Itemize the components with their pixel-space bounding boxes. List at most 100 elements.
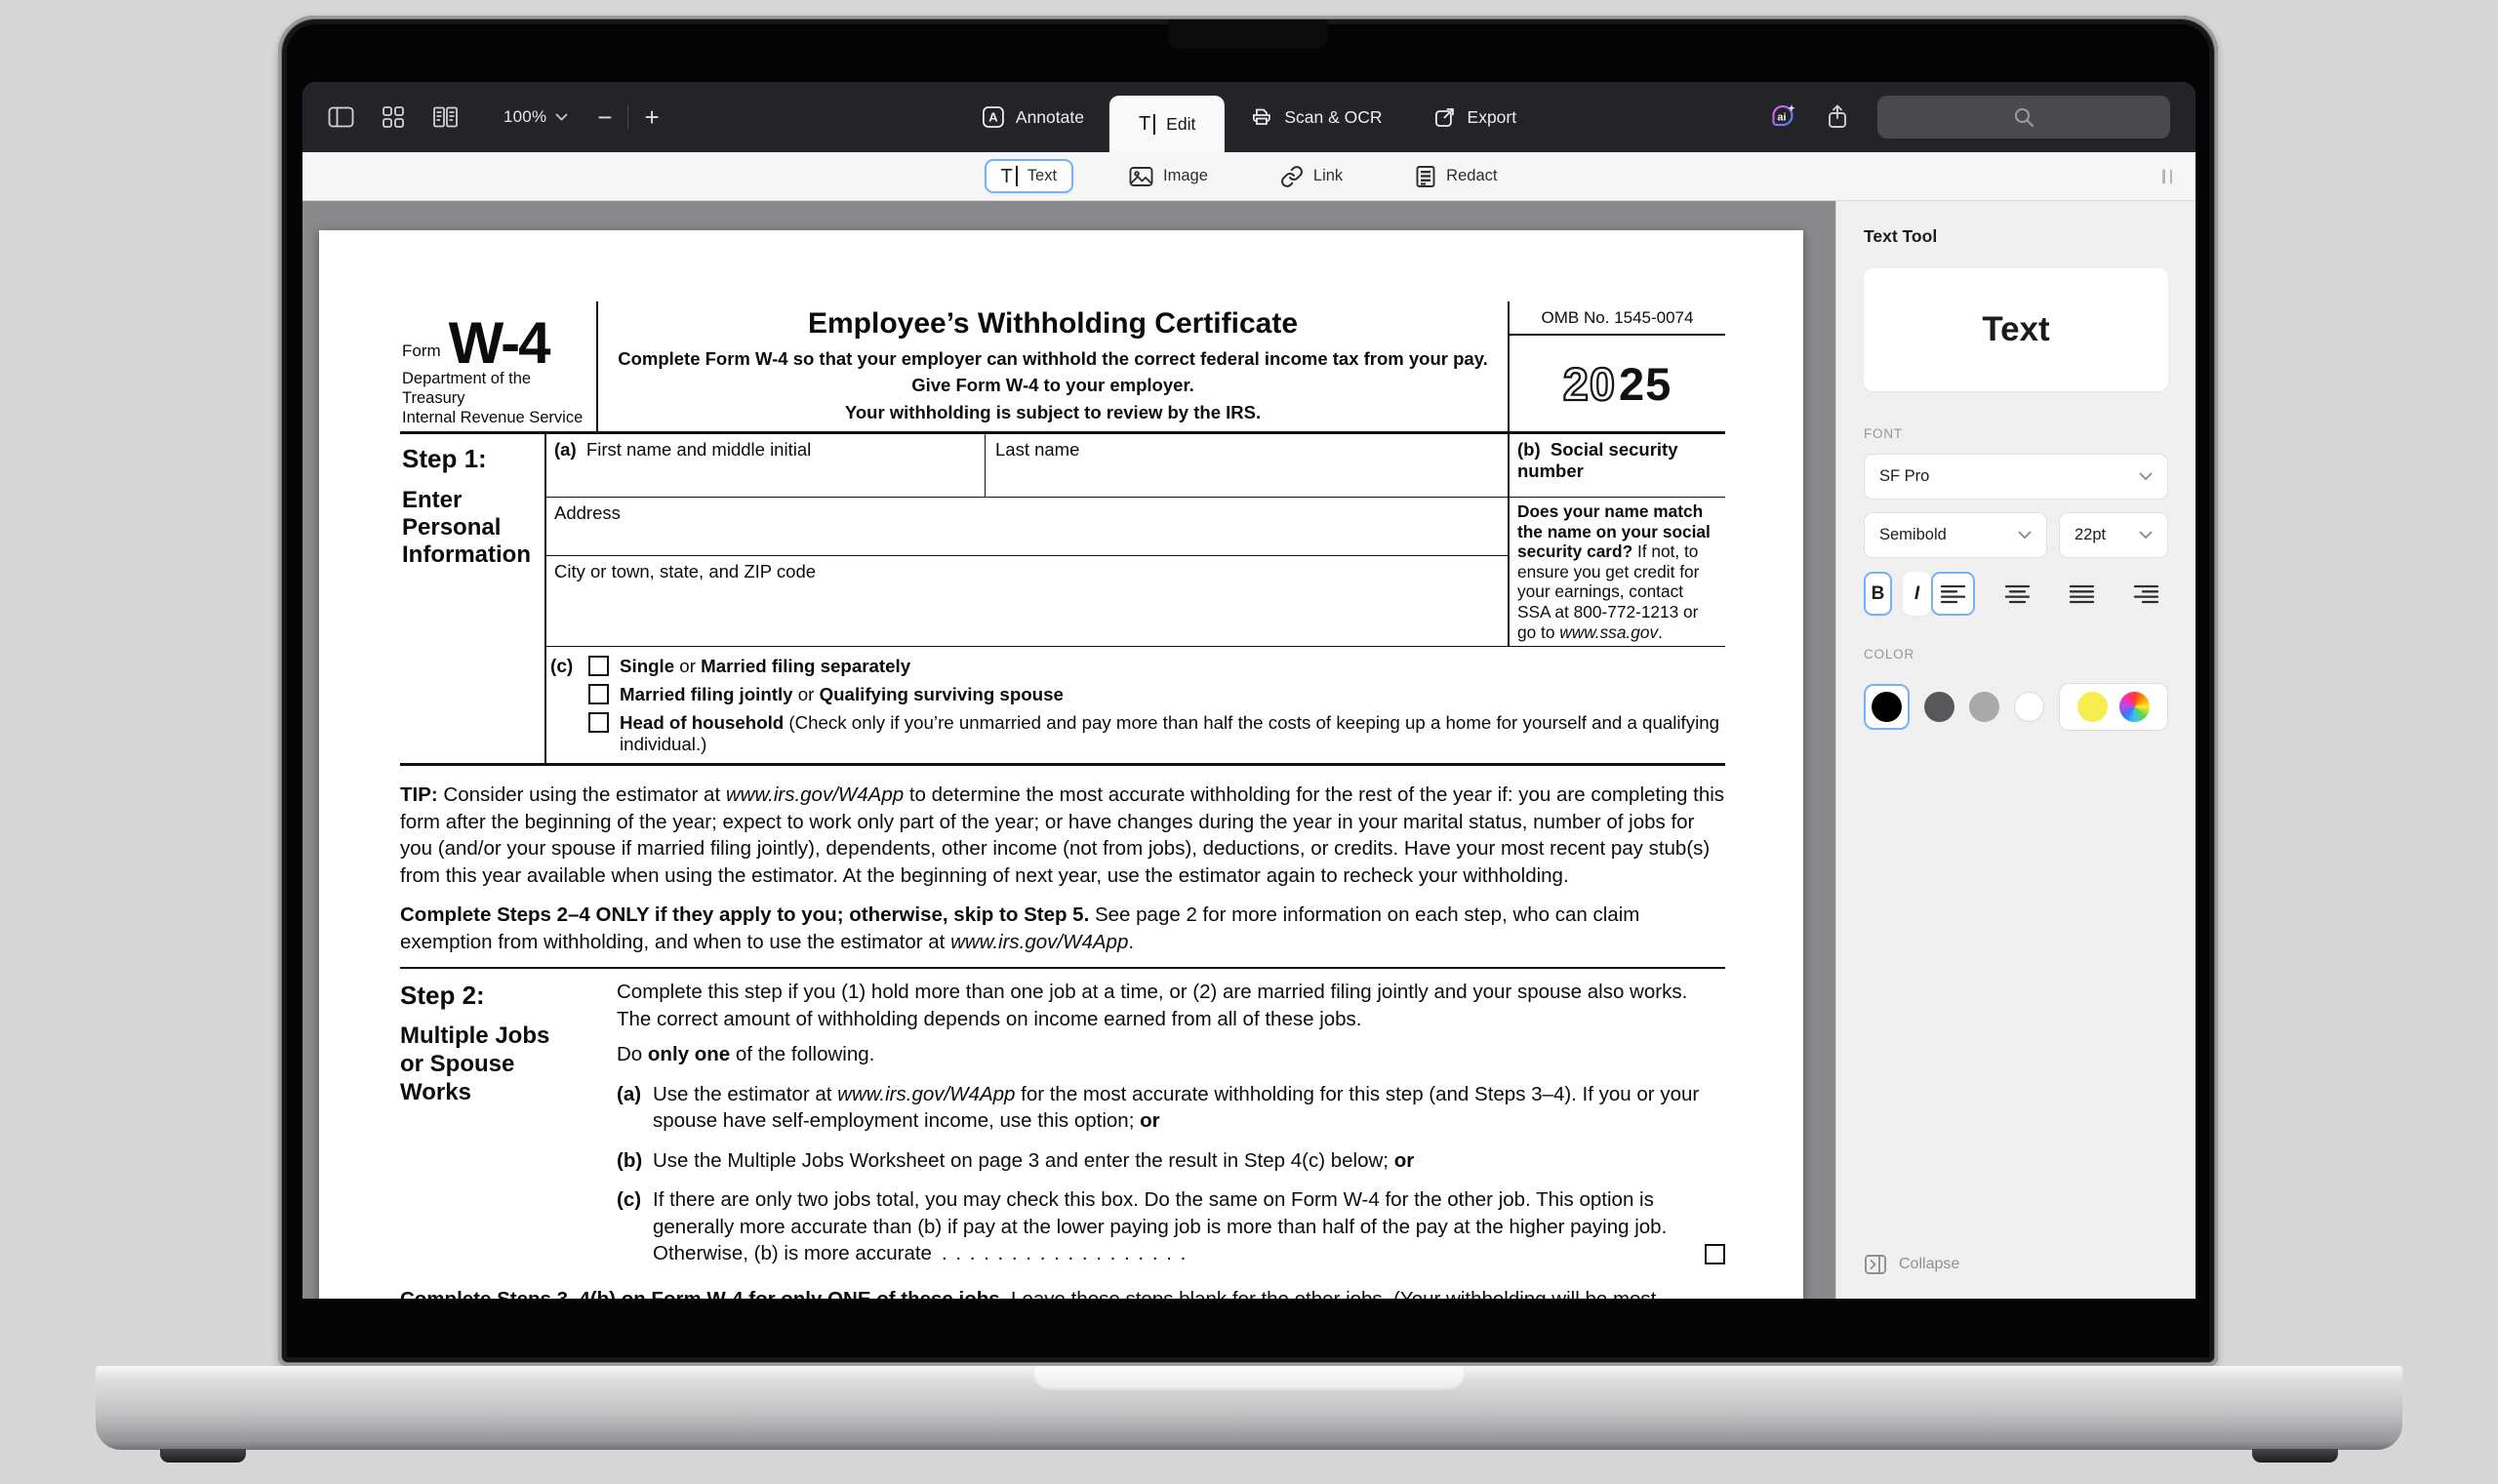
lid-opening-notch	[1032, 1366, 1466, 1392]
ssn-note: Does your name match the name on your so…	[1510, 498, 1725, 646]
form-subtitle-2: Give Form W-4 to your employer.	[610, 375, 1496, 396]
rubber-foot	[160, 1449, 246, 1463]
checkbox-head-of-household[interactable]	[588, 712, 609, 733]
sidebar-toggle-button[interactable]	[328, 105, 354, 129]
font-weight-select[interactable]: Semibold	[1864, 512, 2047, 558]
step2-option-c: (c) If there are only two jobs total, yo…	[617, 1186, 1725, 1267]
align-left-button[interactable]	[1931, 572, 1975, 616]
two-page-view-button[interactable]	[432, 105, 459, 129]
scanner-icon	[1250, 105, 1273, 129]
tab-edit[interactable]: T Edit	[1109, 96, 1225, 152]
chevron-down-icon	[2018, 531, 2032, 540]
tab-label: Export	[1468, 107, 1517, 128]
section-divider	[400, 967, 1725, 969]
align-justify-button[interactable]	[2060, 572, 2104, 616]
tool-image[interactable]: Image	[1112, 159, 1225, 194]
first-name-field[interactable]: (a) First name and middle initial	[546, 434, 986, 497]
thumbnails-view-button[interactable]	[382, 105, 405, 129]
dept-line1: Department of the Treasury	[402, 369, 588, 408]
tab-label: Annotate	[1016, 107, 1084, 128]
form-word: Form	[402, 341, 441, 367]
last-name-field[interactable]: Last name	[986, 434, 1508, 497]
divider	[627, 105, 628, 129]
chevron-down-icon[interactable]	[555, 113, 568, 121]
font-family-value: SF Pro	[1879, 467, 1929, 486]
step2-title: Step 2:	[400, 981, 617, 1011]
align-center-button[interactable]	[1995, 572, 2039, 616]
color-wheel-picker[interactable]	[2119, 692, 2150, 722]
checkbox-single[interactable]	[588, 656, 609, 676]
color-swatch-white[interactable]	[2014, 692, 2044, 722]
panel-resize-handle[interactable]	[2162, 169, 2172, 183]
font-family-select[interactable]: SF Pro	[1864, 454, 2168, 500]
zoom-out-button[interactable]: −	[597, 104, 612, 130]
tool-label: Text	[1027, 167, 1057, 185]
form-year: 2025	[1510, 336, 1725, 431]
step2-section: Step 2: Multiple Jobs or Spouse Works Co…	[400, 979, 1725, 1267]
color-swatch-light-gray[interactable]	[1969, 692, 1999, 722]
text-style-preview[interactable]: Text	[1864, 268, 2168, 391]
font-size-select[interactable]: 22pt	[2059, 512, 2168, 558]
steps-2-4-note: Complete Steps 2–4 ONLY if they apply to…	[400, 902, 1725, 955]
color-swatch-yellow[interactable]	[2077, 692, 2108, 722]
svg-text:ai: ai	[1777, 112, 1786, 124]
tool-link[interactable]: Link	[1264, 158, 1359, 195]
align-center-icon	[2004, 583, 2031, 605]
omb-number: OMB No. 1545-0074	[1510, 301, 1725, 336]
tool-label: Link	[1313, 167, 1343, 185]
document-canvas[interactable]: Form W-4 Department of the Treasury Inte…	[302, 201, 1835, 1299]
align-justify-icon	[2069, 583, 2095, 605]
ai-assistant-button[interactable]: ai	[1768, 102, 1797, 132]
search-icon	[2012, 105, 2035, 129]
panel-title: Text Tool	[1864, 226, 2168, 247]
tab-annotate[interactable]: A Annotate	[956, 82, 1109, 152]
step1-title: Step 1:	[402, 444, 539, 474]
thumbnails-grid-icon	[382, 105, 405, 129]
tip-paragraph: TIP: Consider using the estimator at www…	[400, 782, 1725, 889]
color-swatch-black[interactable]	[1864, 684, 1910, 730]
zoom-level[interactable]: 100%	[504, 107, 546, 127]
redact-icon	[1415, 165, 1436, 188]
bold-button[interactable]: B	[1864, 572, 1892, 616]
ai-chat-icon: ai	[1768, 102, 1797, 132]
two-page-view-icon	[432, 105, 459, 129]
share-button[interactable]	[1825, 103, 1850, 131]
form-header: Form W-4 Department of the Treasury Inte…	[400, 301, 1725, 434]
filing-status-option: Head of household (Check only if you’re …	[588, 712, 1725, 755]
tab-export[interactable]: Export	[1408, 82, 1543, 152]
step2-subtitle: Multiple Jobs or Spouse Works	[400, 1022, 578, 1106]
tab-scan-ocr[interactable]: Scan & OCR	[1225, 82, 1407, 152]
collapse-panel-button[interactable]: Collapse	[1864, 1254, 2168, 1275]
rubber-foot	[2252, 1449, 2338, 1463]
align-right-button[interactable]	[2124, 572, 2168, 616]
step1-subtitle: Enter Personal Information	[402, 487, 539, 569]
annotate-icon: A	[982, 105, 1005, 129]
city-state-zip-field[interactable]: City or town, state, and ZIP code	[546, 556, 1508, 615]
ssn-field[interactable]: (b) Social security number	[1510, 434, 1725, 498]
tool-text[interactable]: T Text	[985, 159, 1073, 193]
search-input[interactable]	[1877, 96, 2170, 139]
collapse-panel-icon	[1864, 1254, 1887, 1275]
link-icon	[1280, 165, 1304, 188]
color-section-label: COLOR	[1864, 647, 2168, 662]
pdf-page[interactable]: Form W-4 Department of the Treasury Inte…	[319, 230, 1803, 1299]
color-swatch-dark-gray[interactable]	[1924, 692, 1954, 722]
dept-line2: Internal Revenue Service	[402, 408, 588, 427]
tool-redact[interactable]: Redact	[1398, 158, 1513, 195]
address-field[interactable]: Address	[546, 498, 1508, 556]
custom-color-group	[2059, 683, 2168, 731]
italic-button[interactable]: I	[1903, 572, 1931, 616]
tool-label: Redact	[1446, 167, 1497, 185]
checkbox-two-jobs[interactable]	[1705, 1244, 1725, 1264]
black-dot	[1872, 692, 1902, 722]
chevron-down-icon	[2139, 472, 2153, 481]
zoom-in-button[interactable]: +	[644, 104, 659, 130]
step2-option-b: (b) Use the Multiple Jobs Worksheet on p…	[617, 1147, 1725, 1175]
export-icon	[1433, 105, 1457, 129]
tab-label: Edit	[1166, 114, 1195, 135]
pdf-editor-window: 100% − + A Annotate T Edit	[302, 82, 2196, 1299]
text-tool-panel: Text Tool Text FONT SF Pro Semibold 22pt	[1835, 201, 2196, 1299]
sidebar-panel-icon	[328, 105, 354, 129]
checkbox-married-jointly[interactable]	[588, 684, 609, 704]
align-left-icon	[1940, 583, 1966, 605]
